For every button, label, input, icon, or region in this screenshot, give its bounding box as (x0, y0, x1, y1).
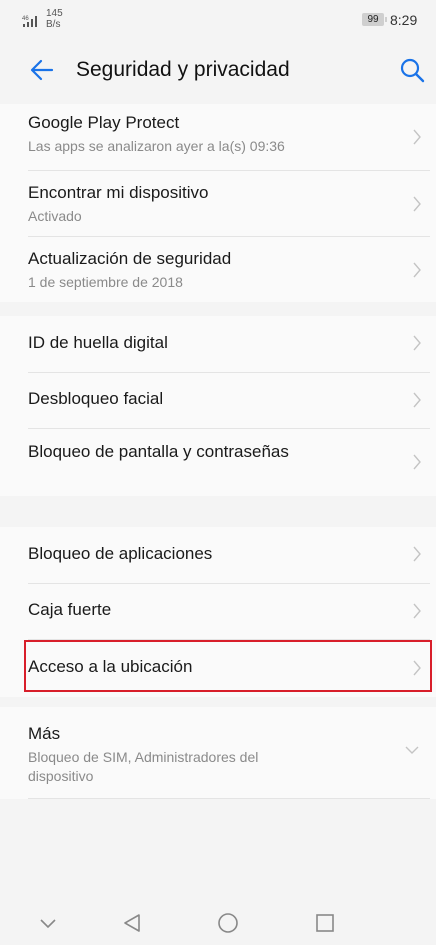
back-triangle-icon[interactable] (120, 912, 144, 934)
item-sublabel: Las apps se analizaron ayer a la(s) 09:3… (28, 138, 285, 154)
item-label: Más (28, 724, 61, 743)
search-icon (400, 58, 425, 83)
item-label: Actualización de seguridad (28, 249, 232, 268)
battery-indicator: 99 (362, 13, 387, 26)
item-label: Caja fuerte (28, 600, 112, 619)
recents-square-icon[interactable] (313, 912, 337, 934)
app-bar: Seguridad y privacidad (0, 46, 436, 96)
net-speed-unit: B/s (46, 19, 61, 30)
chevron-right-icon (413, 196, 421, 212)
chevron-right-icon (413, 392, 421, 408)
system-nav-bar (0, 900, 436, 945)
item-sublabel: Activado (28, 208, 82, 224)
page-title: Seguridad y privacidad (76, 58, 290, 81)
settings-group-more: Más Bloqueo de SIM, Administradores del … (0, 707, 436, 799)
chevron-right-icon (413, 603, 421, 619)
settings-group-apps: Bloqueo de aplicaciones Caja fuerte Acce… (0, 527, 436, 697)
settings-item-fingerprint[interactable]: ID de huella digital (0, 316, 436, 372)
settings-item-location-access[interactable]: Acceso a la ubicación (0, 640, 436, 697)
item-label: Desbloqueo facial (28, 389, 164, 408)
chevron-right-icon (413, 129, 421, 145)
status-time: 8:29 (390, 12, 418, 28)
divider (28, 798, 430, 799)
settings-item-security-update[interactable]: Actualización de seguridad 1 de septiemb… (0, 237, 436, 302)
net-speed: 145 B/s (46, 8, 63, 30)
item-label: Google Play Protect (28, 113, 180, 132)
chevron-right-icon (413, 262, 421, 278)
chevron-right-icon (413, 335, 421, 351)
settings-item-find-my-device[interactable]: Encontrar mi dispositivo Activado (0, 171, 436, 236)
back-button[interactable] (28, 56, 56, 84)
settings-item-screen-lock[interactable]: Bloqueo de pantalla y contraseñas (0, 429, 436, 496)
net-speed-value: 145 (46, 8, 63, 19)
settings-group-unlock: ID de huella digital Desbloqueo facial B… (0, 316, 436, 496)
item-label: ID de huella digital (28, 333, 168, 352)
search-button[interactable] (398, 56, 426, 84)
chevron-right-icon (413, 660, 421, 676)
settings-item-app-lock[interactable]: Bloqueo de aplicaciones (0, 527, 436, 583)
item-label: Acceso a la ubicación (28, 657, 193, 676)
settings-item-google-play-protect[interactable]: Google Play Protect Las apps se analizar… (0, 104, 436, 170)
home-circle-icon[interactable] (216, 912, 240, 934)
settings-item-more[interactable]: Más Bloqueo de SIM, Administradores del … (0, 707, 436, 799)
chevron-down-icon[interactable] (36, 912, 60, 934)
chevron-right-icon (413, 546, 421, 562)
item-sublabel: 1 de septiembre de 2018 (28, 274, 183, 290)
settings-item-safe-box[interactable]: Caja fuerte (0, 584, 436, 639)
item-label: Bloqueo de pantalla y contraseñas (28, 442, 289, 461)
item-label: Encontrar mi dispositivo (28, 183, 209, 202)
signal-icon: 46 (22, 16, 37, 27)
item-sublabel: Bloqueo de SIM, Administradores del disp… (28, 749, 259, 784)
settings-group-status: Google Play Protect Las apps se analizar… (0, 104, 436, 302)
signal-label: 46 (22, 16, 29, 22)
arrow-left-icon (30, 59, 54, 81)
chevron-down-icon (405, 746, 419, 754)
chevron-right-icon (413, 454, 421, 470)
settings-item-face-unlock[interactable]: Desbloqueo facial (0, 373, 436, 428)
status-bar: 46 145 B/s 99 8:29 (0, 0, 436, 36)
item-label: Bloqueo de aplicaciones (28, 544, 213, 563)
